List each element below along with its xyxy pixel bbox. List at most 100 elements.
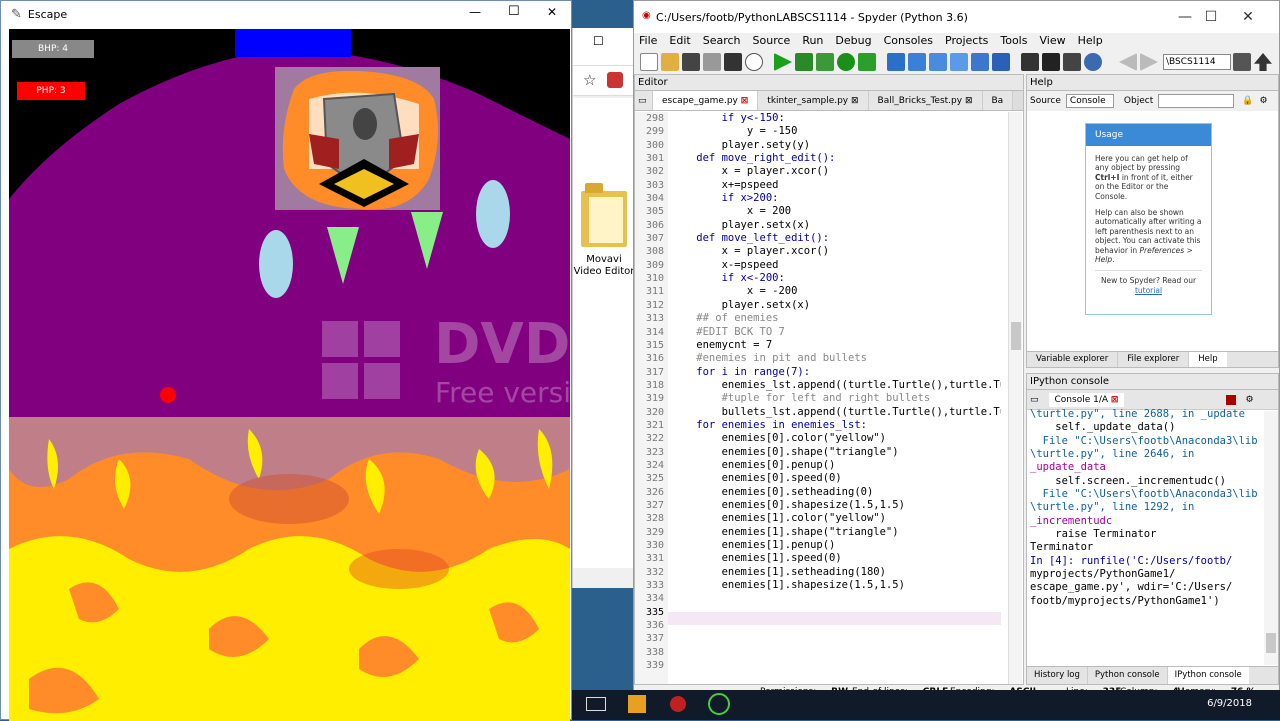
console-line: self.screen._incrementudc() [1030,474,1226,487]
menu-edit[interactable]: Edit [669,34,690,49]
escape-titlebar: ✎ Escape — ☐ ✕ [1,1,571,28]
watermark-sub: Free versio [435,376,570,409]
tab-file-explorer[interactable]: File explorer [1118,352,1190,367]
line-number: 316 [645,353,664,365]
menu-projects[interactable]: Projects [945,34,988,49]
menu-consoles[interactable]: Consoles [884,34,933,49]
save-icon[interactable] [682,53,700,71]
code-line: if y<-150: [671,112,785,124]
tab-escape-game[interactable]: escape_game.py ⊠ [653,91,759,110]
editor-tabbar: ▭ escape_game.py ⊠ tkinter_sample.py ⊠ B… [635,91,1023,111]
lock-icon[interactable]: 🔒 [1242,96,1253,106]
code-line: x = 200 [671,205,792,218]
line-number: 327 [645,499,664,511]
help-options-icon[interactable]: ⚙ [1259,96,1267,106]
fullscreen-icon[interactable] [1042,53,1060,71]
step-return-icon[interactable] [950,53,968,71]
ipython-header: IPython console [1027,374,1278,390]
tab-ball-bricks[interactable]: Ball_Bricks_Test.py ⊠ [868,91,983,110]
python-path-icon[interactable] [1084,53,1102,71]
tutorial-link[interactable]: tutorial [1135,286,1162,295]
line-number: 321 [645,419,664,431]
line-number: 300 [645,139,664,151]
console-line: \turtle.py", line 1292, in [1030,501,1195,514]
save-all-icon[interactable] [703,53,721,71]
code-area[interactable]: if y<-150: y = -150 player.sety(y) def m… [671,112,1001,684]
browser-tab-icon[interactable]: ☐ [593,34,604,48]
at-icon[interactable] [745,53,763,71]
code-line: def move_left_edit(): [671,232,830,245]
app-taskbar-icon[interactable] [708,693,730,715]
back-icon[interactable] [1119,53,1137,71]
code-line: enemies[0].penup() [671,458,836,471]
star-icon[interactable]: ☆ [583,71,596,89]
maximize-pane-icon[interactable] [1021,53,1039,71]
spyder-close-button[interactable]: ✕ [1225,1,1271,33]
console-output[interactable]: \turtle.py", line 2688, in _update self.… [1030,408,1264,664]
browse-dir-icon[interactable] [1233,53,1251,71]
rerun-icon[interactable] [837,53,855,71]
open-file-icon[interactable] [661,53,679,71]
menu-tools[interactable]: Tools [1000,34,1027,49]
code-line: enemies[1].setheading(180) [671,565,886,578]
preferences-icon[interactable] [1063,53,1081,71]
list-icon[interactable] [724,53,742,71]
new-file-icon[interactable] [640,53,658,71]
step-icon[interactable] [908,53,926,71]
menu-file[interactable]: File [639,34,657,49]
help-source-select[interactable]: Console [1065,94,1114,108]
console-scrollbar[interactable] [1264,411,1278,665]
console-options-icon[interactable]: ⚙ [1245,395,1253,405]
line-number: 306 [645,219,664,231]
tab-variable-explorer[interactable]: Variable explorer [1027,352,1119,367]
help-object-input[interactable] [1158,94,1235,108]
menu-run[interactable]: Run [802,34,823,49]
menu-help[interactable]: Help [1078,34,1103,49]
tab-python-console[interactable]: Python console [1088,667,1168,684]
editor-scrollbar[interactable] [1008,112,1022,684]
run-icon[interactable] [774,53,792,71]
feather-icon: ✎ [11,7,22,22]
tab-tkinter-sample[interactable]: tkinter_sample.py ⊠ [758,91,869,110]
minimize-button[interactable]: — [469,5,481,19]
tab-help[interactable]: Help [1189,352,1227,367]
line-number: 337 [645,633,664,645]
spyder-taskbar-icon[interactable] [670,696,686,712]
extension-icon[interactable] [607,72,623,88]
folder-icon[interactable] [581,183,627,247]
stop-kernel-icon[interactable] [1226,394,1237,405]
working-dir-input[interactable]: \BSCS1114 [1163,54,1231,70]
tab-ba[interactable]: Ba [982,91,1014,110]
debug-icon[interactable] [887,53,905,71]
game-canvas[interactable]: BHP: 4 PHP: 3 DVDV Free versio [9,29,570,721]
line-number: 308 [645,246,664,258]
run-selection-icon[interactable] [858,53,876,71]
code-line: #tuple for left and right bullets [671,392,931,405]
line-number: 338 [645,646,664,658]
run-cell-icon[interactable] [795,53,813,71]
menu-debug[interactable]: Debug [835,34,871,49]
line-number: 333 [645,580,664,592]
sublime-icon[interactable] [628,695,646,713]
code-line: enemies[1].penup() [671,539,836,551]
maximize-button[interactable]: ☐ [508,4,520,19]
line-number: 322 [645,433,664,445]
console-tabbar: History log Python console IPython conso… [1027,666,1278,684]
run-cell-advance-icon[interactable] [816,53,834,71]
tab-history-log[interactable]: History log [1027,667,1088,684]
console-browse-icon[interactable]: ▭ [1030,395,1039,405]
mail-icon[interactable] [586,697,606,711]
close-button[interactable]: ✕ [547,5,557,19]
parent-dir-icon[interactable] [1254,53,1272,71]
tab-ipython-console[interactable]: IPython console [1167,667,1249,684]
menu-view[interactable]: View [1039,34,1065,49]
menu-search[interactable]: Search [703,34,741,49]
continue-icon[interactable] [971,53,989,71]
forward-icon[interactable] [1140,53,1158,71]
stop-debug-icon[interactable] [992,53,1010,71]
browse-tabs-icon[interactable]: ▭ [635,91,653,110]
step-into-icon[interactable] [929,53,947,71]
menu-source[interactable]: Source [753,34,791,49]
tab-console-1a[interactable]: Console 1/A ⊠ [1048,392,1125,407]
code-line: for enemies in enemies_lst: [671,418,867,431]
